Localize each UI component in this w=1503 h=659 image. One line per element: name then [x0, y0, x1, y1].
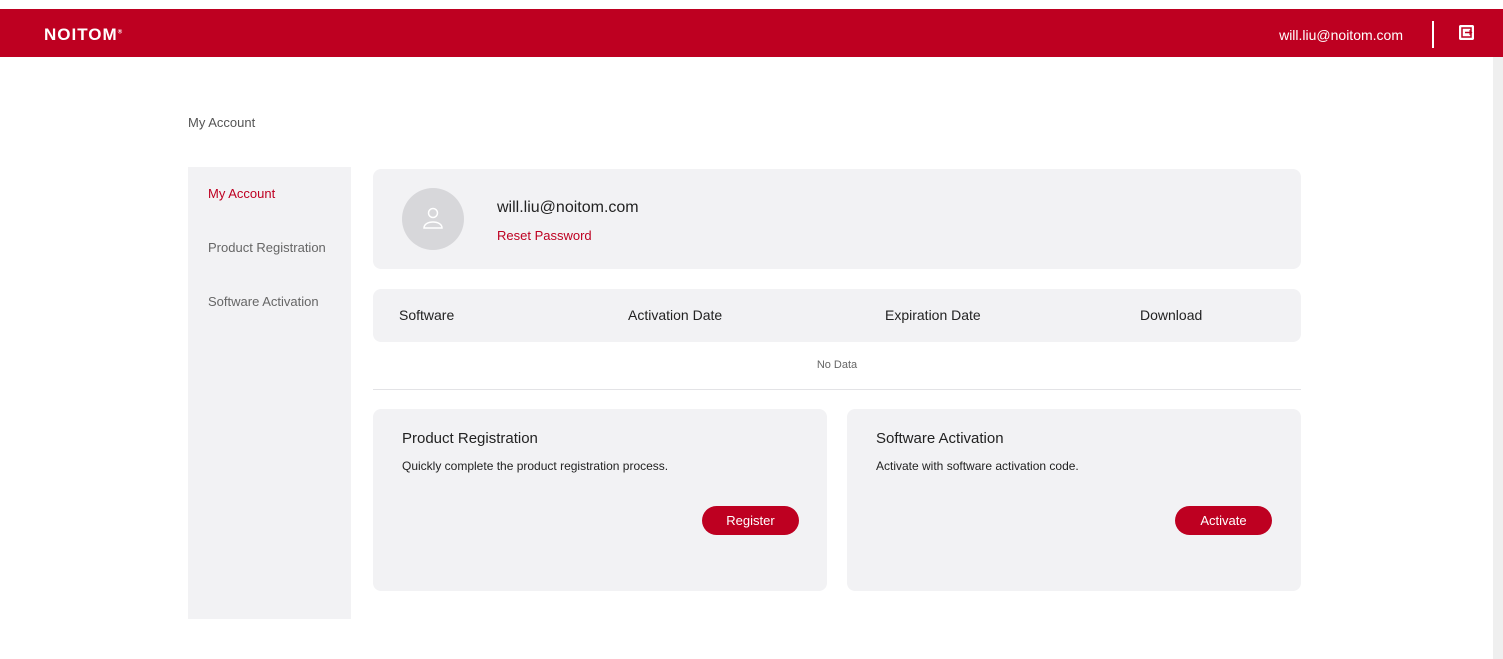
breadcrumb: My Account: [188, 115, 256, 130]
card-title: Software Activation: [876, 430, 1004, 447]
software-activation-card: Software Activation Activate with softwa…: [847, 409, 1301, 591]
logout-icon[interactable]: [1459, 25, 1474, 40]
logo-text: NOITOM: [44, 25, 118, 44]
software-table-header: Software Activation Date Expiration Date…: [373, 289, 1301, 342]
top-strip: [0, 0, 1503, 9]
register-button[interactable]: Register: [702, 506, 799, 535]
reset-password-link[interactable]: Reset Password: [497, 228, 592, 243]
header-user-email[interactable]: will.liu@noitom.com: [1279, 27, 1403, 43]
table-divider: [373, 389, 1301, 390]
column-activation-date: Activation Date: [628, 307, 723, 323]
card-description: Activate with software activation code.: [876, 459, 1079, 473]
product-registration-card: Product Registration Quickly complete th…: [373, 409, 827, 591]
card-title: Product Registration: [402, 430, 538, 447]
user-icon: [402, 188, 464, 250]
noitom-logo[interactable]: NOITOM®: [44, 25, 123, 45]
logo-mark: ®: [117, 29, 124, 36]
sidebar-item-product-registration[interactable]: Product Registration: [208, 240, 326, 255]
card-description: Quickly complete the product registratio…: [402, 459, 669, 473]
profile-card: will.liu@noitom.com Reset Password: [373, 169, 1301, 269]
page-scrollbar[interactable]: [1493, 57, 1503, 659]
sidebar-item-software-activation[interactable]: Software Activation: [208, 294, 319, 309]
column-expiration-date: Expiration Date: [885, 307, 981, 323]
activate-button[interactable]: Activate: [1175, 506, 1272, 535]
sidebar: My Account Product Registration Software…: [188, 167, 351, 619]
column-software: Software: [399, 307, 455, 323]
sidebar-item-my-account[interactable]: My Account: [208, 186, 275, 201]
header-divider: [1432, 21, 1434, 48]
profile-email: will.liu@noitom.com: [497, 199, 639, 216]
column-download: Download: [1140, 307, 1203, 323]
table-empty-text: No Data: [816, 359, 858, 371]
